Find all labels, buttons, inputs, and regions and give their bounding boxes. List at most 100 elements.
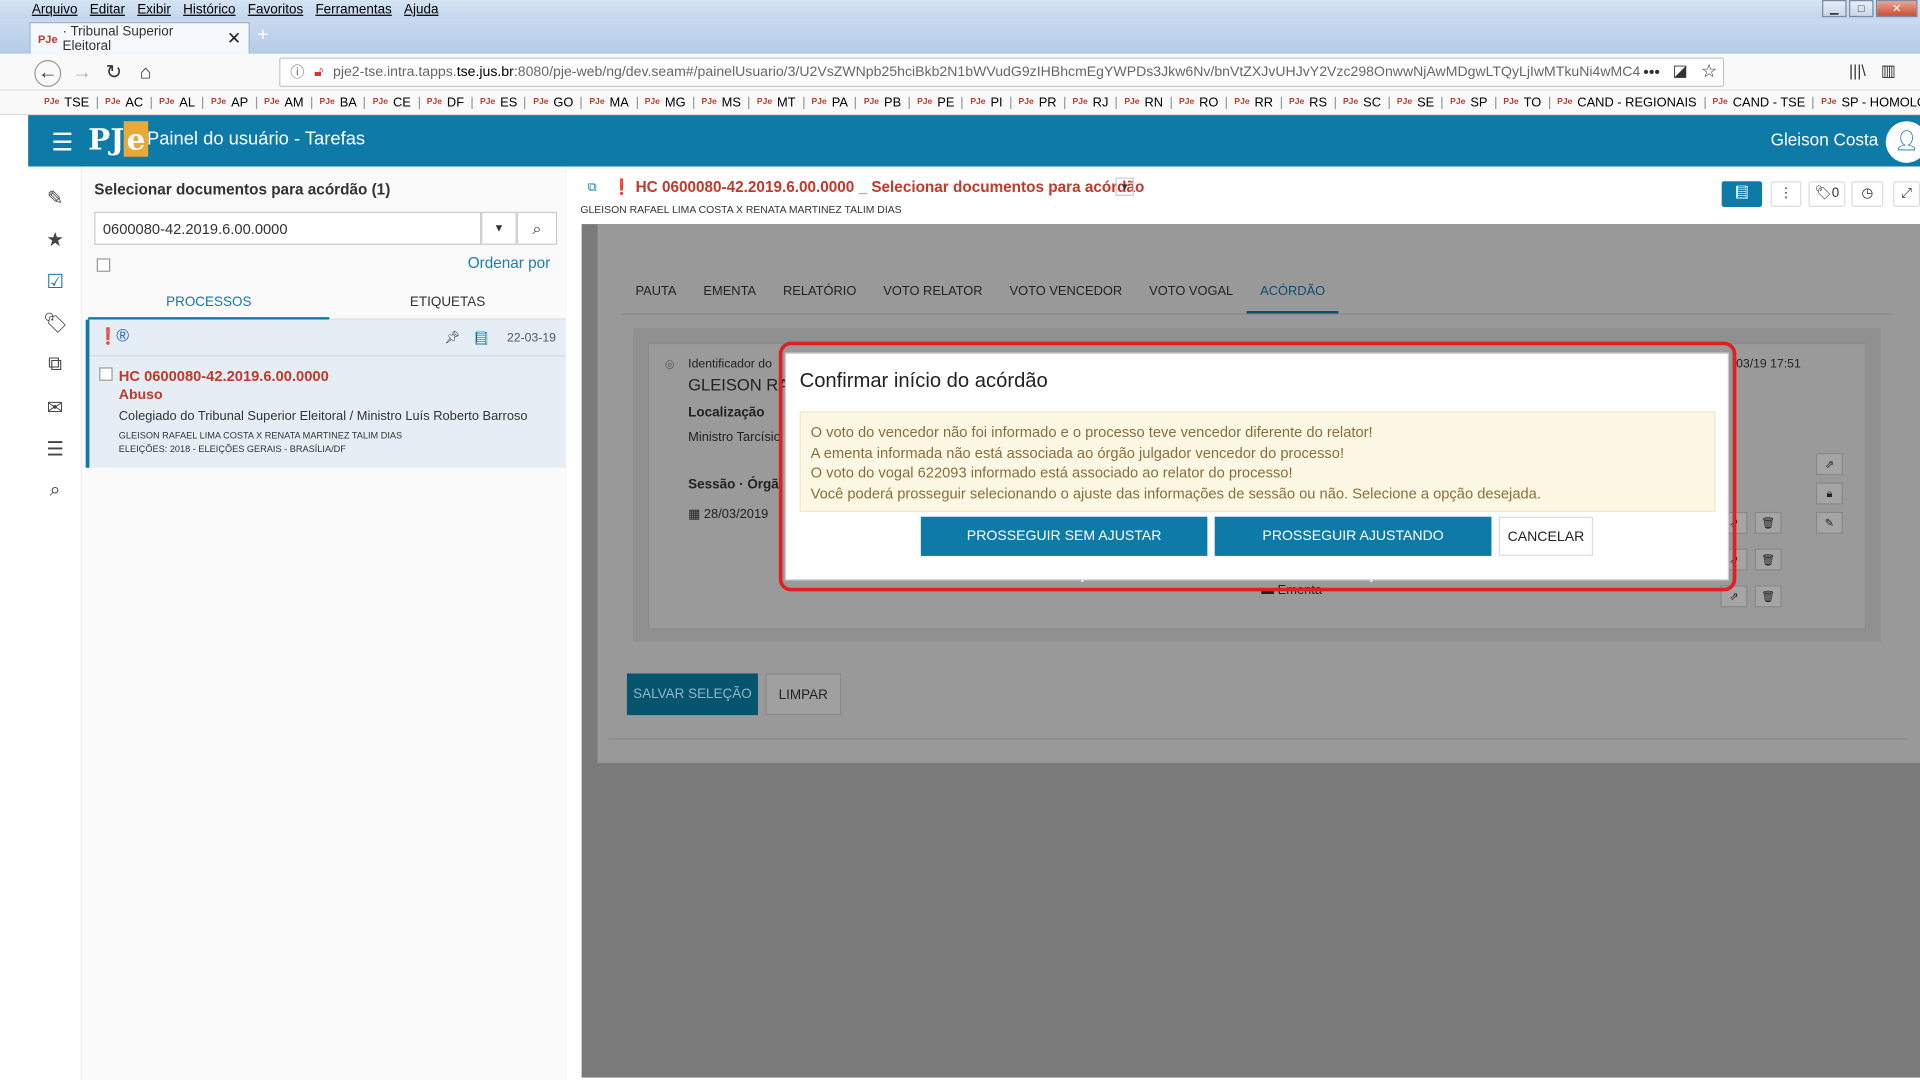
process-number-link[interactable]: HC 0600080-42.2019.6.00.0000 bbox=[119, 367, 329, 384]
page-actions-icon[interactable]: ••• bbox=[1643, 62, 1660, 80]
library-icon[interactable]: |||\ bbox=[1849, 61, 1866, 79]
search-button-icon[interactable]: ⌕ bbox=[516, 211, 558, 245]
envelope-icon[interactable]: ✉ bbox=[43, 396, 67, 420]
proceed-without-adjust-button[interactable]: PROSSEGUIR SEM AJUSTAR INFORMAÇÕES bbox=[920, 516, 1208, 583]
tab-voto-relator[interactable]: VOTO RELATOR bbox=[870, 271, 996, 314]
forward-icon[interactable]: → bbox=[69, 60, 96, 87]
pin-icon[interactable]: 📌︎ bbox=[444, 332, 460, 345]
select-all-checkbox[interactable] bbox=[96, 258, 111, 272]
documents-icon[interactable]: ⧉ bbox=[43, 354, 67, 378]
bookmark-item[interactable]: PJe SP bbox=[1443, 96, 1497, 109]
bookmark-item[interactable]: PJe RJ bbox=[1065, 96, 1117, 109]
menu-editar[interactable]: Editar bbox=[90, 2, 125, 17]
tab-etiquetas[interactable]: ETIQUETAS bbox=[329, 289, 566, 320]
chevron-down-icon[interactable]: ▼ bbox=[1115, 177, 1134, 196]
clock-icon[interactable]: ◷ bbox=[1851, 181, 1884, 207]
tab-relatorio[interactable]: RELATÓRIO bbox=[770, 271, 870, 314]
proceed-adjusting-button[interactable]: PROSSEGUIR AJUSTANDO INFORMAÇÕES bbox=[1214, 516, 1492, 583]
minimize-icon[interactable]: ▁ bbox=[1822, 0, 1847, 18]
new-tab-icon[interactable]: + bbox=[257, 24, 268, 46]
bookmark-item[interactable]: PJe CE bbox=[365, 96, 420, 109]
menu-historico[interactable]: Histórico bbox=[183, 2, 235, 17]
bookmark-star-icon[interactable]: ☆ bbox=[1701, 60, 1717, 82]
book-icon[interactable]: 📘︎ bbox=[1721, 181, 1763, 207]
bookmark-item[interactable]: PJe SP - HOMOLOGA bbox=[1814, 96, 1920, 109]
menu-favoritos[interactable]: Favoritos bbox=[248, 2, 303, 17]
list-icon[interactable]: ☰ bbox=[43, 437, 67, 461]
bookmark-item[interactable]: PJe RS bbox=[1282, 96, 1336, 109]
clear-button[interactable]: LIMPAR bbox=[765, 673, 842, 716]
tab-voto-vogal[interactable]: VOTO VOGAL bbox=[1136, 271, 1247, 314]
process-search-input[interactable]: 0600080-42.2019.6.00.0000 bbox=[94, 211, 482, 245]
hamburger-menu-icon[interactable]: ☰ bbox=[51, 127, 73, 158]
bookmark-item[interactable]: PJe TSE bbox=[37, 96, 98, 109]
chevron-down-icon[interactable]: ▼ bbox=[481, 211, 517, 245]
edit-icon[interactable]: ✎ bbox=[1815, 511, 1843, 534]
bookmark-item[interactable]: PJe PE bbox=[910, 96, 963, 109]
bookmark-item[interactable]: PJe DF bbox=[419, 96, 473, 109]
reload-icon[interactable]: ↻ bbox=[100, 60, 127, 87]
bookmark-item[interactable]: PJe GO bbox=[526, 96, 582, 109]
back-icon[interactable]: ← bbox=[34, 60, 62, 87]
order-by-link[interactable]: Ordenar por bbox=[468, 255, 551, 272]
bookmark-item[interactable]: PJe MA bbox=[582, 96, 638, 109]
bookmark-item[interactable]: PJe SE bbox=[1390, 96, 1443, 109]
bookmark-item[interactable]: PJe RN bbox=[1117, 96, 1172, 109]
menu-exibir[interactable]: Exibir bbox=[137, 2, 171, 17]
pje-logo[interactable]: PJ e bbox=[88, 121, 148, 157]
trash-icon[interactable]: 🗑︎ bbox=[1754, 585, 1782, 608]
tasks-check-icon[interactable]: ☑ bbox=[43, 269, 67, 293]
site-info-icon[interactable]: ⓘ bbox=[290, 62, 304, 82]
tab-ementa[interactable]: EMENTA bbox=[690, 271, 770, 314]
bookmark-item[interactable]: PJe MG bbox=[637, 96, 695, 109]
bookmark-item[interactable]: PJe PB bbox=[856, 96, 910, 109]
tab-processos[interactable]: PROCESSOS bbox=[88, 289, 330, 320]
save-selection-button[interactable]: SALVAR SELEÇÃO bbox=[626, 673, 758, 716]
lock-icon[interactable]: 🔒︎ bbox=[1815, 482, 1843, 505]
bookmark-item[interactable]: PJe AL bbox=[152, 96, 204, 109]
bookmark-item[interactable]: PJe PR bbox=[1011, 96, 1066, 109]
bookmark-item[interactable]: PJe MS bbox=[694, 96, 750, 109]
copy-icon[interactable]: ⧉ bbox=[588, 181, 597, 194]
cancel-button[interactable]: CANCELAR bbox=[1498, 516, 1594, 556]
bookmark-item[interactable]: PJe PI bbox=[963, 96, 1012, 109]
avatar[interactable]: 👤︎ bbox=[1885, 121, 1920, 163]
star-icon[interactable]: ★ bbox=[43, 228, 67, 252]
tab-acordao[interactable]: ACÓRDÃO bbox=[1246, 271, 1339, 314]
menu-ajuda[interactable]: Ajuda bbox=[404, 2, 438, 17]
close-tab-icon[interactable]: ✕ bbox=[227, 28, 241, 49]
trash-icon[interactable]: 🗑︎ bbox=[1754, 548, 1782, 571]
bookmark-item[interactable]: PJe CAND - REGIONAIS bbox=[1550, 96, 1706, 109]
tags-icon[interactable]: 🏷︎ bbox=[43, 311, 68, 335]
radio-icon[interactable]: ◎ bbox=[665, 358, 675, 371]
external-link-icon[interactable]: ⇗ bbox=[1815, 453, 1843, 476]
menu-ferramentas[interactable]: Ferramentas bbox=[315, 2, 391, 17]
bookmark-item[interactable]: PJe AC bbox=[98, 96, 152, 109]
tab-voto-vencedor[interactable]: VOTO VENCEDOR bbox=[996, 271, 1136, 314]
process-checkbox[interactable] bbox=[99, 367, 113, 381]
menu-arquivo[interactable]: Arquivo bbox=[32, 2, 78, 17]
bookmark-item[interactable]: PJe RR bbox=[1227, 96, 1282, 109]
bookmark-item[interactable]: PJe ES bbox=[473, 96, 526, 109]
bookmark-item[interactable]: PJe AM bbox=[257, 96, 313, 109]
tab-pauta[interactable]: PAUTA bbox=[622, 271, 690, 314]
browser-tab[interactable]: PJe · Tribunal Superior Eleitoral ✕ bbox=[29, 22, 250, 54]
tag-count-button[interactable]: 🏷︎0 bbox=[1808, 181, 1846, 207]
book-icon[interactable]: 📘︎ bbox=[473, 331, 490, 347]
more-options-icon[interactable]: ⋮ bbox=[1770, 181, 1802, 207]
trash-icon[interactable]: 🗑︎ bbox=[1754, 511, 1782, 534]
pocket-icon[interactable]: ◪ bbox=[1673, 61, 1688, 81]
bookmark-item[interactable]: PJe CAND - TSE bbox=[1705, 96, 1814, 109]
search-icon[interactable]: ⌕ bbox=[43, 480, 67, 504]
bookmark-item[interactable]: PJe PA bbox=[804, 96, 857, 109]
bookmark-item[interactable]: PJe TO bbox=[1496, 96, 1550, 109]
sidebar-toggle-icon[interactable]: ▥ bbox=[1881, 61, 1896, 81]
maximize-icon[interactable]: □ bbox=[1848, 0, 1874, 18]
bookmark-item[interactable]: PJe AP bbox=[204, 96, 257, 109]
close-window-icon[interactable]: ✕ bbox=[1875, 0, 1918, 18]
home-icon[interactable]: ⌂ bbox=[132, 60, 159, 87]
bookmark-item[interactable]: PJe RO bbox=[1172, 96, 1228, 109]
bookmark-item[interactable]: PJe SC bbox=[1336, 96, 1390, 109]
url-bar[interactable]: ⓘ 🔓︎ pje2-tse.intra.tapps.tse.jus.br:808… bbox=[279, 57, 1725, 87]
bookmark-item[interactable]: PJe BA bbox=[312, 96, 366, 109]
